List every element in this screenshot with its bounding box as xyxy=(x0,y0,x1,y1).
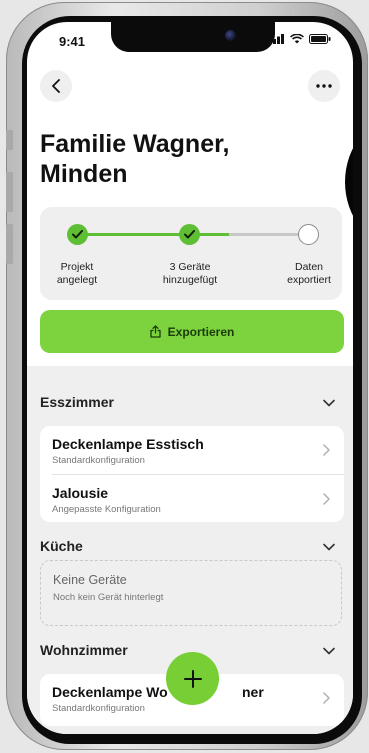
step-2-label: 3 Geräte hinzugefügt xyxy=(145,261,235,287)
share-icon xyxy=(150,325,161,338)
step-1-check xyxy=(67,224,88,245)
room-header-kueche[interactable]: Küche xyxy=(40,538,83,554)
page-title-line-2: Minden xyxy=(40,160,128,188)
empty-state-subtitle: Noch kein Gerät hinterlegt xyxy=(53,592,164,603)
device-config: Standardkonfiguration xyxy=(52,455,145,466)
progress-track-open xyxy=(229,233,309,236)
room-header-esszimmer[interactable]: Esszimmer xyxy=(40,394,114,410)
chevron-right-icon xyxy=(323,444,330,456)
empty-state-card: Keine Geräte Noch kein Gerät hinterlegt xyxy=(40,560,342,626)
step-2-check xyxy=(179,224,200,245)
step-3-pending xyxy=(298,224,319,245)
page-title: Familie Wagner, Minden xyxy=(40,129,340,189)
ellipsis-icon xyxy=(316,84,332,88)
step-3-label: Daten exportiert xyxy=(272,261,346,287)
step-2-label-line-2: hinzugefügt xyxy=(162,274,218,286)
device-name: Jalousie xyxy=(52,485,109,501)
step-3-label-line-1: Daten xyxy=(294,261,324,273)
more-button[interactable] xyxy=(308,70,340,102)
progress-track-done xyxy=(77,233,229,236)
front-camera xyxy=(225,30,236,41)
mute-switch xyxy=(6,130,13,150)
volume-down-button xyxy=(6,224,13,264)
signal-icon xyxy=(269,34,284,44)
row-divider xyxy=(52,474,344,475)
chevron-left-icon xyxy=(52,79,60,93)
chevron-right-icon xyxy=(323,692,330,704)
battery-icon xyxy=(309,34,331,44)
chevron-right-icon xyxy=(323,493,330,505)
status-time: 9:41 xyxy=(59,34,86,49)
device-card-esszimmer: Deckenlampe Esstisch Standardkonfigurati… xyxy=(40,426,344,522)
device-config: Standardkonfiguration xyxy=(52,703,145,714)
room-header-wohnzimmer[interactable]: Wohnzimmer xyxy=(40,642,128,658)
volume-up-button xyxy=(6,172,13,212)
empty-state-title: Keine Geräte xyxy=(53,573,127,587)
notch xyxy=(111,22,275,52)
export-button-label: Exportieren xyxy=(167,324,235,339)
chevron-down-icon[interactable] xyxy=(323,543,335,551)
device-name: Deckenlampe Esstisch xyxy=(52,436,204,452)
device-row-jalousie[interactable]: Jalousie Angepasste Konfiguration xyxy=(40,479,344,519)
back-button[interactable] xyxy=(40,70,72,102)
device-name-right: ner xyxy=(242,684,264,700)
step-1-label: Projekt angelegt xyxy=(40,261,114,287)
device-name-left: Deckenlampe Wo xyxy=(52,684,168,700)
device-config: Angepasste Konfiguration xyxy=(52,504,161,515)
page-title-line-1: Familie Wagner, xyxy=(40,130,230,158)
checkmark-icon xyxy=(184,230,195,239)
plus-icon xyxy=(183,669,202,688)
step-1-label-line-2: angelegt xyxy=(56,274,98,286)
device-row-deckenlampe-esstisch[interactable]: Deckenlampe Esstisch Standardkonfigurati… xyxy=(40,430,344,470)
add-device-fab[interactable] xyxy=(166,652,219,705)
step-1-label-line-1: Projekt xyxy=(60,261,94,273)
wifi-icon xyxy=(290,34,304,44)
app-screen: 9:41 Familie Wagner, Minden Projekt ange… xyxy=(27,22,353,734)
export-button[interactable]: Exportieren xyxy=(40,310,344,353)
chevron-down-icon[interactable] xyxy=(323,399,335,407)
chevron-down-icon[interactable] xyxy=(323,647,335,655)
step-3-label-line-2: exportiert xyxy=(287,274,331,286)
dark-overlay-circle xyxy=(345,117,353,247)
step-2-label-line-1: 3 Geräte xyxy=(169,261,211,273)
status-icons xyxy=(269,34,331,44)
progress-card: Projekt angelegt 3 Geräte hinzugefügt Da… xyxy=(40,207,342,300)
checkmark-icon xyxy=(72,230,83,239)
